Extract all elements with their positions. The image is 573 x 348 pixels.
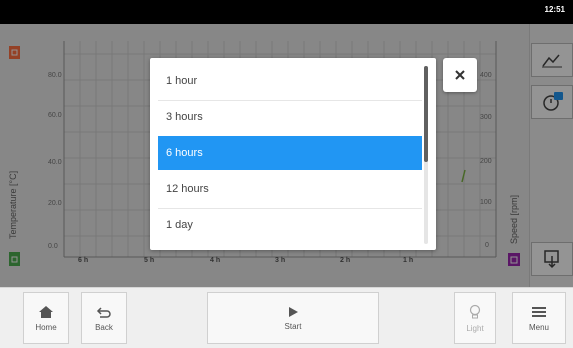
time-range-dialog: 1 hour 3 hours 6 hours 12 hours 1 day	[150, 58, 436, 250]
back-icon	[96, 306, 111, 318]
option-12-hours[interactable]: 12 hours	[158, 172, 422, 206]
option-6-hours[interactable]: 6 hours	[158, 136, 422, 170]
home-button[interactable]: Home	[23, 292, 69, 344]
menu-button[interactable]: Menu	[512, 292, 566, 344]
lightbulb-icon	[469, 304, 481, 318]
play-icon	[289, 306, 298, 317]
menu-label: Menu	[528, 322, 549, 332]
close-icon	[455, 70, 465, 80]
home-label: Home	[35, 322, 57, 332]
start-label: Start	[284, 321, 302, 331]
light-label: Light	[466, 323, 484, 333]
option-1-hour[interactable]: 1 hour	[158, 64, 422, 98]
bottom-bar: Home Back Start Light Menu	[0, 287, 573, 348]
option-3-hours[interactable]: 3 hours	[158, 100, 422, 134]
option-1-day[interactable]: 1 day	[158, 208, 422, 242]
start-button[interactable]: Start	[207, 292, 379, 344]
menu-icon	[532, 306, 546, 317]
clock: 12:51	[544, 5, 565, 14]
scrollbar-thumb[interactable]	[424, 66, 428, 162]
back-button[interactable]: Back	[81, 292, 127, 344]
back-label: Back	[95, 322, 113, 332]
status-bar: 12:51	[0, 0, 573, 24]
home-icon	[39, 305, 53, 318]
close-button[interactable]	[443, 58, 477, 92]
light-button[interactable]: Light	[454, 292, 496, 344]
